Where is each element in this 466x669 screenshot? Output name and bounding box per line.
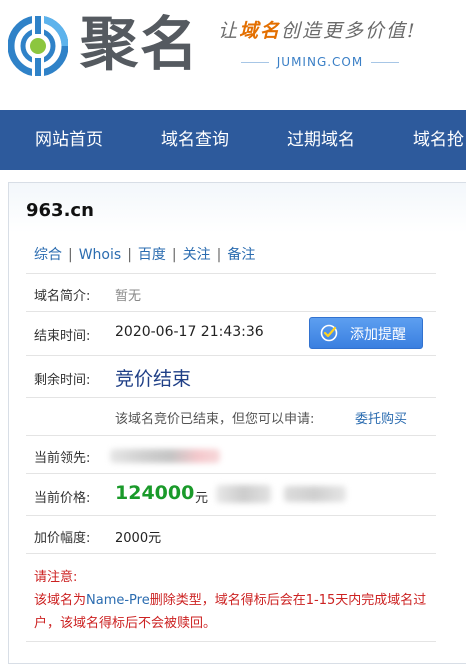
divider-line <box>240 62 269 63</box>
domain-name: 963.cn <box>26 200 94 221</box>
price-label: 当前价格: <box>34 491 91 506</box>
check-circle-icon <box>320 324 338 342</box>
leader-label: 当前领先: <box>34 451 91 466</box>
link-follow[interactable]: 关注 <box>183 247 211 263</box>
site-header: 聚名 让域名创造更多价值! JUMING.COM <box>0 0 466 110</box>
row-remaining-time: 剩余时间: 竞价结束 <box>26 355 436 398</box>
notice-text: 该域名为Name-Pre删除类型，域名得标后会在1-15天内完成域名过户，该域名… <box>34 589 438 635</box>
juming-logo-icon[interactable] <box>8 16 68 76</box>
add-reminder-button[interactable]: 添加提醒 <box>309 317 423 349</box>
price-unit: 元 <box>195 491 209 506</box>
link-baidu[interactable]: 百度 <box>138 247 166 263</box>
divider-line <box>371 62 400 63</box>
increment-value: 2000元 <box>115 531 162 546</box>
link-separator: | <box>127 247 132 263</box>
link-separator: | <box>216 247 222 263</box>
row-domain-intro: 域名简介: 暂无 <box>26 273 436 312</box>
leader-username-redacted <box>110 449 220 463</box>
row-auction-ended: 该域名竞价已结束，但您可以申请: 委托购买 <box>26 397 436 436</box>
notice-title: 请注意: <box>34 570 78 585</box>
divider-line <box>26 553 436 555</box>
price-value: 124000 <box>115 482 195 504</box>
price-extra-redacted <box>216 485 271 503</box>
nav-item-domain-search[interactable]: 域名查询 <box>161 110 229 170</box>
nav-item-domain-snap[interactable]: 域名抢 <box>413 110 464 170</box>
price-extra-redacted-2 <box>284 486 346 502</box>
entrust-purchase-link[interactable]: 委托购买 <box>355 408 407 427</box>
notice-box: 请注意: 该域名为Name-Pre删除类型，域名得标后会在1-15天内完成域名过… <box>34 566 438 635</box>
row-increment: 加价幅度: 2000元 <box>26 515 436 554</box>
logo-text[interactable]: 聚名 <box>80 8 200 80</box>
domain-tool-links: 综合 | Whois | 百度 | 关注 | 备注 <box>34 244 255 264</box>
increment-label: 加价幅度: <box>34 531 91 546</box>
site-domain-text: JUMING.COM <box>276 55 364 69</box>
divider-line <box>26 641 436 643</box>
site-domain-label: JUMING.COM <box>222 55 418 69</box>
link-separator: | <box>68 247 73 263</box>
remaining-value: 竞价结束 <box>115 368 192 390</box>
row-current-price: 当前价格: 124000 元 <box>26 473 436 516</box>
slogan-highlight: 域名 <box>239 20 282 42</box>
intro-label: 域名简介: <box>34 289 91 304</box>
link-note[interactable]: 备注 <box>227 247 255 263</box>
slogan-post: 创造更多价值! <box>281 20 417 42</box>
site-slogan: 让域名创造更多价值! <box>218 16 417 43</box>
main-nav: 网站首页 域名查询 过期域名 域名抢 <box>0 110 466 170</box>
link-whois[interactable]: Whois <box>79 247 121 263</box>
auction-ended-text: 该域名竞价已结束，但您可以申请: <box>115 412 315 427</box>
nav-item-home[interactable]: 网站首页 <box>35 110 103 170</box>
end-time-value: 2020-06-17 21:43:36 <box>115 324 264 340</box>
row-end-time: 结束时间: 2020-06-17 21:43:36 添加提醒 <box>26 311 436 356</box>
add-reminder-label: 添加提醒 <box>350 327 406 343</box>
notice-text-pre: 该域名为 <box>34 593 87 608</box>
link-separator: | <box>171 247 177 263</box>
nav-item-expired-domains[interactable]: 过期域名 <box>287 110 355 170</box>
end-time-label: 结束时间: <box>34 329 91 344</box>
notice-delete-type: Name-Pre <box>86 593 150 608</box>
slogan-pre: 让 <box>218 20 240 42</box>
remaining-label: 剩余时间: <box>34 373 91 388</box>
intro-value: 暂无 <box>115 289 142 304</box>
link-overview[interactable]: 综合 <box>34 247 62 263</box>
row-current-leader: 当前领先: <box>26 435 436 474</box>
